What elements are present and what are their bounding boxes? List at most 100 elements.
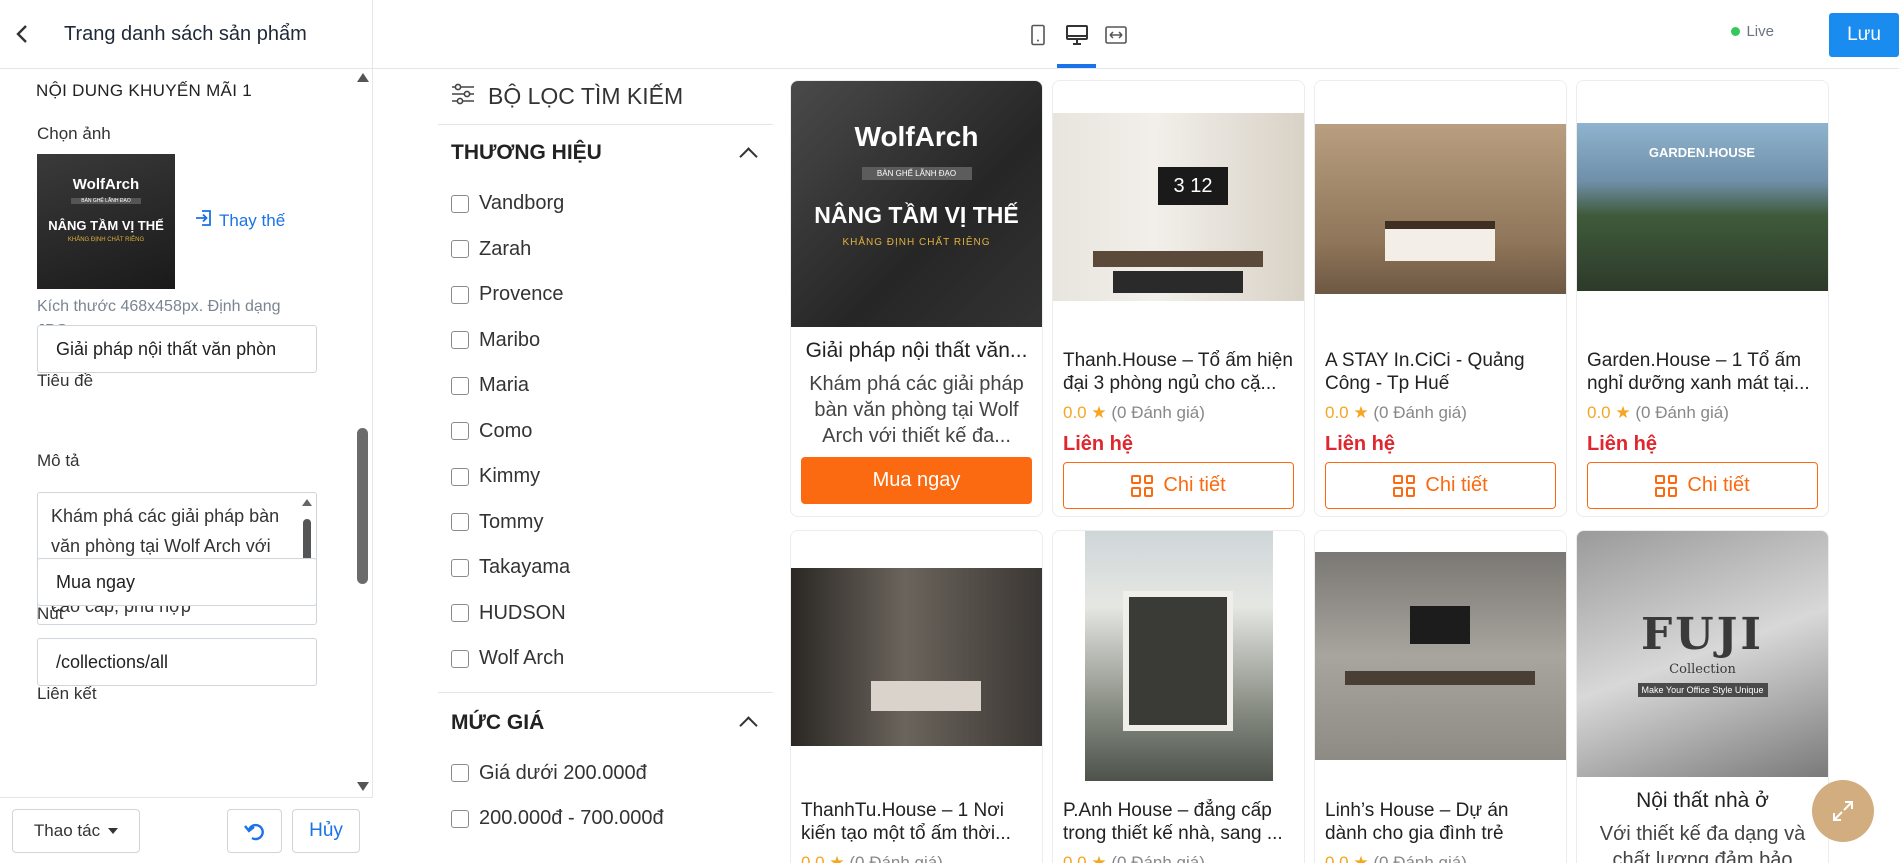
replace-image-button[interactable]: Thay thế (195, 209, 285, 232)
grid-icon (1655, 474, 1678, 497)
editor-scrollbar[interactable] (354, 69, 370, 797)
brand-option[interactable]: Kimmy (438, 454, 773, 500)
brand-option[interactable]: Tommy (438, 500, 773, 546)
product-rating: 0.0 ★ (0 Đánh giá) (1063, 403, 1205, 422)
checkbox[interactable] (451, 467, 469, 486)
title-input[interactable]: Giải pháp nội thất văn phòn (37, 325, 317, 373)
product-rating: 0.0 ★ (0 Đánh giá) (1325, 403, 1467, 422)
description-label: Mô tả (37, 451, 80, 470)
brand-option[interactable]: Como (438, 409, 773, 455)
promo-card[interactable]: WolfArch BÀN GHẾ LÃNH ĐẠO NÂNG TẦM VỊ TH… (790, 80, 1043, 517)
back-icon[interactable] (0, 0, 44, 69)
checkbox[interactable] (451, 376, 469, 395)
product-card[interactable]: A STAY In.CiCi - Quảng Công - Tp Huế 0.0… (1314, 80, 1567, 517)
actions-dropdown[interactable]: Thao tác (12, 809, 140, 853)
editor-header: Trang danh sách sản phẩm (0, 0, 373, 69)
product-card[interactable]: ThanhTu.House – 1 Nơi kiến tạo một tổ ấm… (790, 530, 1043, 863)
title-label: Tiêu đề (37, 371, 94, 390)
product-price: Liên hệ (1587, 433, 1658, 455)
product-card[interactable]: P.Anh House – đẳng cấp trong thiết kế nh… (1052, 530, 1305, 863)
product-rating: 0.0 ★ (0 Đánh giá) (801, 853, 943, 863)
brand-option[interactable]: Wolf Arch (438, 636, 773, 682)
desktop-view-icon[interactable] (1062, 20, 1092, 50)
save-button[interactable]: Lưu (1829, 13, 1899, 57)
undo-button[interactable] (227, 809, 282, 853)
brand-option-label: Como (479, 419, 533, 442)
thumb-headline: NÂNG TẦM VỊ THẾ (48, 218, 164, 233)
price-filter-title: MỨC GIÁ (451, 710, 545, 734)
product-title[interactable]: Garden.House – 1 Tổ ấm nghỉ dưỡng xanh m… (1577, 349, 1828, 395)
checkbox[interactable] (451, 194, 469, 213)
checkbox[interactable] (451, 285, 469, 304)
promo-image-tag: Make Your Office Style Unique (1637, 683, 1768, 697)
tv-screen: 3 12 (1158, 167, 1228, 205)
promo-title: Giải pháp nội thất văn... (805, 339, 1028, 362)
live-status: Live (1731, 23, 1774, 40)
editor-panel: Trang danh sách sản phẩm NỘI DUNG KHUYẾN… (0, 0, 373, 863)
grid-icon (1393, 474, 1416, 497)
expand-icon (1833, 801, 1853, 821)
promo-image-thumbnail[interactable]: WolfArch BÀN GHẾ LÃNH ĐẠO NÂNG TẦM VỊ TH… (37, 154, 175, 289)
link-label: Liên kết (37, 684, 97, 703)
promo-image-sub: KHẲNG ĐỊNH CHẤT RIÊNG (842, 237, 991, 248)
checkbox[interactable] (451, 240, 469, 259)
brand-filter-header[interactable]: THƯƠNG HIỆU (438, 125, 773, 181)
product-title[interactable]: Linh’s House – Dự án dành cho gia đình t… (1315, 799, 1566, 845)
product-card[interactable]: 3 12 Thanh.House – Tổ ấm hiện đại 3 phòn… (1052, 80, 1305, 517)
brand-option-label: Vandborg (479, 192, 565, 215)
promo-image-title: FUJI (1640, 609, 1764, 660)
detail-button[interactable]: Chi tiết (1587, 462, 1818, 509)
brand-option[interactable]: Maria (438, 363, 773, 409)
checkbox[interactable] (451, 604, 469, 623)
brand-option[interactable]: Takayama (438, 545, 773, 591)
mobile-view-icon[interactable] (1023, 20, 1053, 50)
filter-header: BỘ LỌC TÌM KIẾM (438, 69, 773, 125)
buy-now-button[interactable]: Mua ngay (801, 457, 1032, 504)
promo-image-sub: Collection (1669, 662, 1736, 677)
product-title[interactable]: P.Anh House – đẳng cấp trong thiết kế nh… (1053, 799, 1304, 845)
checkbox[interactable] (451, 649, 469, 668)
brand-option-label: Zarah (479, 237, 532, 260)
link-input[interactable]: /collections/all (37, 638, 317, 686)
search-filter-panel: BỘ LỌC TÌM KIẾM THƯƠNG HIỆU Vandborg Zara… (438, 69, 773, 863)
promo-image-brand: WolfArch (854, 121, 979, 152)
promo-image-headline: NÂNG TẦM VỊ THẾ (814, 202, 1019, 228)
brand-option[interactable]: Maribo (438, 318, 773, 364)
product-title[interactable]: Thanh.House – Tổ ấm hiện đại 3 phòng ngủ… (1053, 349, 1304, 395)
promo-image-tag: BÀN GHẾ LÃNH ĐẠO (861, 167, 972, 180)
expand-button[interactable] (1812, 780, 1874, 842)
brand-option[interactable]: Zarah (438, 227, 773, 273)
brand-option[interactable]: Vandborg (438, 181, 773, 227)
product-title[interactable]: A STAY In.CiCi - Quảng Công - Tp Huế (1315, 349, 1566, 395)
price-option[interactable]: 200.000đ - 700.000đ (438, 796, 773, 842)
price-filter-header[interactable]: MỨC GIÁ (438, 695, 773, 751)
button-label: Nút (37, 604, 64, 623)
product-card[interactable]: GARDEN.HOUSE Garden.House – 1 Tổ ấm nghỉ… (1576, 80, 1829, 517)
detail-button[interactable]: Chi tiết (1063, 462, 1294, 509)
button-text-input[interactable]: Mua ngay (37, 558, 317, 606)
detail-button[interactable]: Chi tiết (1325, 462, 1556, 509)
brand-option-label: Kimmy (479, 465, 541, 488)
promo-card[interactable]: FUJI Collection Make Your Office Style U… (1576, 530, 1829, 863)
checkbox[interactable] (451, 513, 469, 532)
brand-option[interactable]: HUDSON (438, 591, 773, 637)
fullwidth-view-icon[interactable] (1101, 20, 1131, 50)
product-price: Liên hệ (1063, 433, 1134, 455)
replace-label: Thay thế (219, 210, 286, 230)
active-view-indicator (1057, 64, 1096, 68)
grid-icon (1131, 474, 1154, 497)
product-card[interactable]: Linh’s House – Dự án dành cho gia đình t… (1314, 530, 1567, 863)
checkbox[interactable] (451, 331, 469, 350)
promo-title: Nội thất nhà ở (1636, 789, 1769, 812)
brand-option[interactable]: Provence (438, 272, 773, 318)
chevron-up-icon (739, 146, 758, 166)
editor-footer: Thao tác Hủy (0, 797, 373, 863)
checkbox[interactable] (451, 809, 469, 828)
checkbox[interactable] (451, 764, 469, 783)
price-option[interactable]: Giá dưới 200.000đ (438, 751, 773, 797)
product-title[interactable]: ThanhTu.House – 1 Nơi kiến tạo một tổ ấm… (791, 799, 1042, 845)
cancel-button[interactable]: Hủy (292, 809, 360, 853)
checkbox[interactable] (451, 422, 469, 441)
thumb-brand: WolfArch (72, 176, 140, 193)
checkbox[interactable] (451, 558, 469, 577)
